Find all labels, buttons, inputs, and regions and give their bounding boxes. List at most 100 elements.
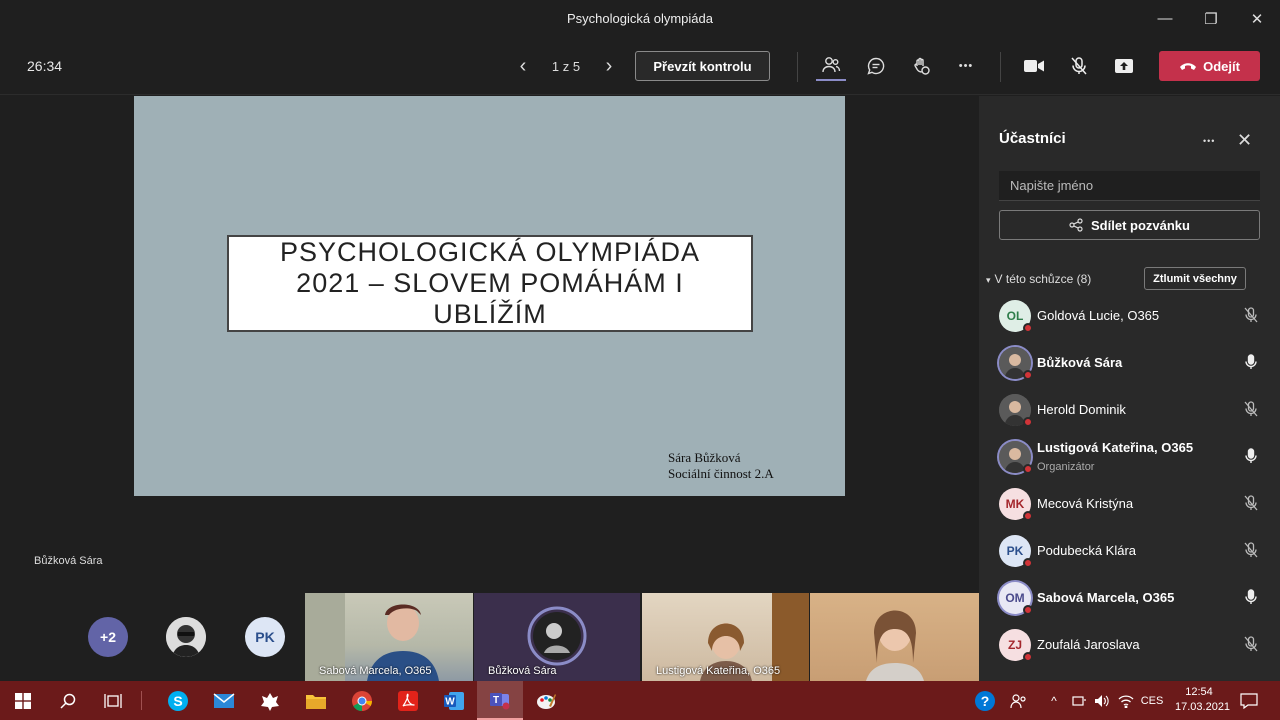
panel-title: Účastníci xyxy=(999,130,1066,147)
mic-icon[interactable] xyxy=(1241,446,1261,466)
chevron-up-icon[interactable]: ^ xyxy=(1040,681,1068,720)
overflow-participants-button[interactable]: +2 xyxy=(88,617,128,657)
participant-name: Bůžková Sára xyxy=(1037,355,1123,370)
video-tile[interactable]: Lustigová Kateřina, O365 xyxy=(642,593,809,681)
toolbar-divider xyxy=(797,52,798,82)
toolbar-divider xyxy=(1000,52,1001,82)
mic-muted-icon[interactable] xyxy=(1064,51,1094,81)
svg-text:T: T xyxy=(493,695,499,706)
app-icon[interactable] xyxy=(247,681,293,720)
reactions-icon[interactable] xyxy=(906,51,936,81)
status-badge xyxy=(1023,417,1033,427)
avatar: ZJ xyxy=(999,629,1033,662)
svg-text:S: S xyxy=(173,693,182,709)
maximize-button[interactable]: ❐ xyxy=(1188,0,1234,37)
section-label: V této schůzce (8) xyxy=(994,272,1092,286)
participants-panel: Účastníci ••• ✕ Sdílet pozvánku ▾V této … xyxy=(979,96,1280,681)
mic-muted-icon[interactable] xyxy=(1241,493,1261,513)
avatar-initials: OM xyxy=(1005,591,1025,605)
mic-icon[interactable] xyxy=(1241,587,1261,607)
hangup-icon xyxy=(1180,63,1197,70)
participant-search-input[interactable] xyxy=(999,171,1260,201)
people-icon[interactable] xyxy=(998,681,1038,720)
word-icon[interactable]: W xyxy=(431,681,477,720)
participant-row[interactable]: MK Mecová Kristýna xyxy=(979,480,1280,527)
share-icon[interactable] xyxy=(1109,51,1139,81)
chat-icon[interactable] xyxy=(861,51,891,81)
avatar: PK xyxy=(999,535,1033,568)
leave-label: Odejít xyxy=(1203,58,1240,74)
window-controls: — ❐ ✕ xyxy=(1142,0,1280,37)
mic-icon[interactable] xyxy=(1241,352,1261,372)
file-explorer-icon[interactable] xyxy=(293,681,339,720)
notifications-icon[interactable] xyxy=(1226,681,1272,720)
slide-class: Sociální činnost 2.A xyxy=(668,466,774,481)
meeting-toolbar: 26:34 ‹ 1 z 5 › Převzít kontrolu ••• Ode… xyxy=(0,37,1280,95)
panel-close-icon[interactable]: ✕ xyxy=(1237,130,1252,151)
avatar[interactable]: PK xyxy=(245,617,285,657)
status-badge xyxy=(1023,370,1033,380)
window-titlebar: Psychologická olympiáda — ❐ ✕ xyxy=(0,0,1280,37)
system-clock[interactable]: 12:54 17.03.2021 xyxy=(1175,685,1230,715)
avatar[interactable] xyxy=(166,617,206,657)
search-icon[interactable] xyxy=(45,681,91,720)
volume-icon[interactable] xyxy=(1090,681,1114,720)
participants-icon[interactable] xyxy=(816,51,846,81)
mic-muted-icon[interactable] xyxy=(1241,540,1261,560)
presenter-name: Bůžková Sára xyxy=(34,555,103,567)
participant-name: Podubecká Klára xyxy=(1037,543,1137,558)
participant-name: Sabová Marcela, O365 xyxy=(1037,590,1175,605)
share-invite-button[interactable]: Sdílet pozvánku xyxy=(999,210,1260,240)
camera-icon[interactable] xyxy=(1019,51,1049,81)
minimize-button[interactable]: — xyxy=(1142,0,1188,37)
participant-row[interactable]: PK Podubecká Klára xyxy=(979,527,1280,574)
participant-row[interactable]: Herold Dominik xyxy=(979,386,1280,433)
participant-row[interactable]: ZJ Zoufalá Jaroslava xyxy=(979,621,1280,668)
participant-row[interactable]: OL Goldová Lucie, O365 xyxy=(979,292,1280,339)
participant-row[interactable]: Bůžková Sára xyxy=(979,339,1280,386)
leave-button[interactable]: Odejít xyxy=(1159,51,1260,81)
status-badge xyxy=(1023,605,1033,615)
avatar: OM xyxy=(999,582,1033,615)
next-slide-button[interactable]: › xyxy=(598,55,620,78)
more-icon[interactable]: ••• xyxy=(951,51,981,81)
participant-name: Lustigová Kateřina, O365 xyxy=(1037,440,1194,455)
participant-row[interactable]: OM Sabová Marcela, O365 xyxy=(979,574,1280,621)
in-meeting-section-header[interactable]: ▾ V této schůzce (8) xyxy=(986,272,1091,286)
teams-icon[interactable]: T xyxy=(477,681,523,720)
panel-more-options-icon[interactable]: ••• xyxy=(1203,136,1215,146)
task-view-icon[interactable] xyxy=(90,681,136,720)
participant-name: Mecová Kristýna xyxy=(1037,496,1134,511)
chrome-icon[interactable] xyxy=(339,681,385,720)
mail-icon[interactable] xyxy=(201,681,247,720)
mic-muted-icon[interactable] xyxy=(1241,305,1261,325)
avatar-initials: OL xyxy=(1006,309,1024,323)
prev-slide-button[interactable]: ‹ xyxy=(512,55,534,78)
taskbar-divider xyxy=(141,691,142,710)
wifi-icon[interactable] xyxy=(1114,681,1138,720)
mic-muted-icon[interactable] xyxy=(1241,399,1261,419)
acrobat-icon[interactable] xyxy=(385,681,431,720)
device-icon[interactable] xyxy=(1066,681,1092,720)
slide-author-block: Sára Bůžková Sociální činnost 2.A xyxy=(668,450,774,482)
mute-all-button[interactable]: Ztlumit všechny xyxy=(1144,267,1246,290)
start-icon[interactable] xyxy=(0,681,46,720)
video-tile[interactable] xyxy=(810,593,979,681)
video-tile[interactable]: Sabová Marcela, O365 xyxy=(305,593,473,681)
video-gallery: +2 PK Sabová Marcela, O365 Bůžková Sára … xyxy=(0,593,979,681)
avatar-initials: MK xyxy=(1005,497,1025,511)
mic-muted-icon[interactable] xyxy=(1241,634,1261,654)
shared-content-stage: PSYCHOLOGICKÁ OLYMPIÁDA 2021 – SLOVEM PO… xyxy=(0,96,979,593)
tile-label: Bůžková Sára xyxy=(488,665,557,677)
language-indicator[interactable]: CES xyxy=(1138,681,1166,720)
take-control-button[interactable]: Převzít kontrolu xyxy=(635,51,770,81)
close-window-button[interactable]: ✕ xyxy=(1234,0,1280,37)
participant-row[interactable]: Lustigová Kateřina, O365 Organizátor xyxy=(979,433,1280,480)
video-tile[interactable]: Bůžková Sára xyxy=(474,593,640,681)
skype-icon[interactable]: S xyxy=(155,681,201,720)
status-badge xyxy=(1023,652,1033,662)
tile-label: Lustigová Kateřina, O365 xyxy=(656,665,781,677)
svg-text:W: W xyxy=(445,696,455,707)
status-badge xyxy=(1023,464,1033,474)
paint-icon[interactable] xyxy=(523,681,569,720)
